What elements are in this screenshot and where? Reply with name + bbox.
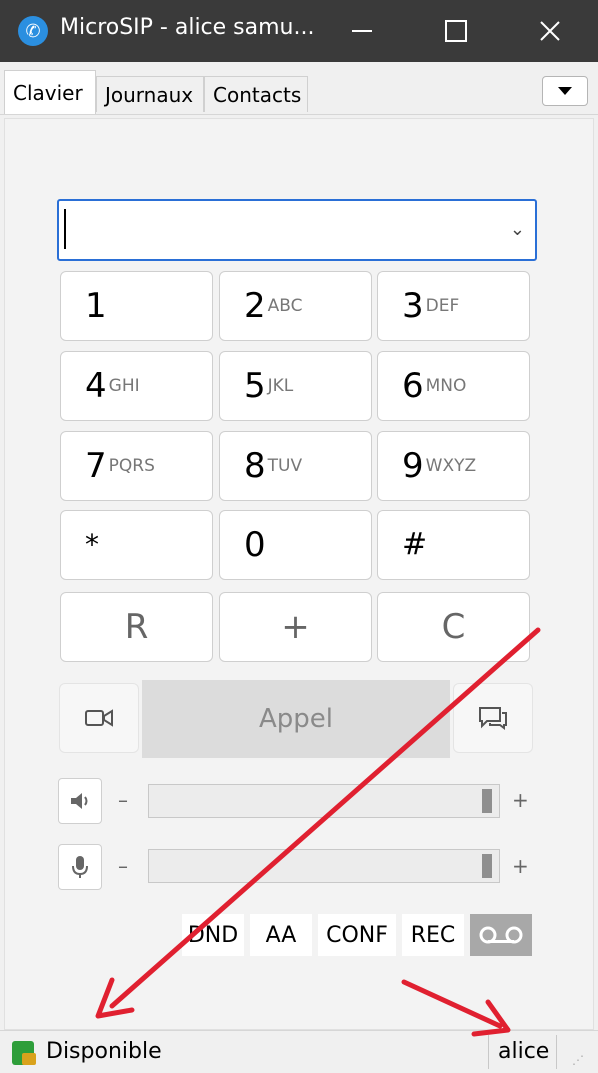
key-hash[interactable]: #: [377, 510, 530, 580]
key-7[interactable]: 7 PQRS: [60, 431, 213, 501]
call-button[interactable]: Appel: [142, 680, 450, 758]
key-2[interactable]: 2 ABC: [219, 271, 372, 341]
maximize-icon: [445, 20, 467, 42]
key-digit: 8: [244, 446, 266, 486]
voicemail-icon: [479, 926, 523, 944]
speaker-mute-button[interactable]: [58, 778, 102, 824]
tab-journaux[interactable]: Journaux: [96, 76, 204, 112]
rec-toggle[interactable]: REC: [402, 914, 464, 956]
key-1[interactable]: 1: [60, 271, 213, 341]
key-5[interactable]: 5 JKL: [219, 351, 372, 421]
key-digit: 9: [402, 446, 424, 486]
key-digit: 0: [244, 525, 266, 565]
key-letters: MNO: [425, 376, 467, 396]
key-digit: 4: [85, 366, 107, 406]
key-digit: 6: [402, 366, 424, 406]
key-6[interactable]: 6 MNO: [377, 351, 530, 421]
clear-button[interactable]: C: [377, 592, 530, 662]
tab-contacts[interactable]: Contacts: [204, 76, 308, 112]
mic-volume-plus: +: [512, 854, 529, 878]
menu-button[interactable]: [542, 76, 588, 106]
slider-thumb[interactable]: [482, 789, 492, 813]
dial-number-input[interactable]: ⌄: [57, 199, 537, 261]
key-letters: TUV: [267, 456, 303, 476]
key-letters: ABC: [267, 296, 303, 316]
minimize-button[interactable]: [316, 0, 408, 62]
plus-label: +: [281, 607, 310, 647]
clear-label: C: [441, 607, 466, 647]
speaker-volume-minus: –: [118, 788, 128, 812]
text-caret: [64, 209, 66, 249]
resize-grip-icon[interactable]: ⋰: [572, 1053, 584, 1067]
tab-clavier[interactable]: Clavier: [4, 70, 96, 114]
chevron-down-icon[interactable]: ⌄: [510, 219, 525, 240]
lock-icon: [22, 1053, 36, 1065]
key-star[interactable]: *: [60, 510, 213, 580]
key-0[interactable]: 0: [219, 510, 372, 580]
mic-mute-button[interactable]: [58, 844, 102, 890]
key-8[interactable]: 8 TUV: [219, 431, 372, 501]
voicemail-button[interactable]: [470, 914, 532, 956]
title-bar: ✆ MicroSIP - alice samu...: [0, 0, 598, 62]
key-digit: *: [85, 528, 99, 561]
window-title: MicroSIP - alice samu...: [60, 15, 315, 40]
close-icon: [540, 21, 560, 41]
video-call-button[interactable]: [59, 683, 139, 753]
key-digit: #: [402, 527, 428, 562]
key-letters: GHI: [108, 376, 140, 396]
redial-button[interactable]: R: [60, 592, 213, 662]
conf-toggle[interactable]: CONF: [318, 914, 396, 956]
minimize-icon: [352, 30, 372, 32]
status-divider: [488, 1035, 489, 1069]
key-letters: PQRS: [108, 456, 155, 476]
mic-volume-minus: –: [118, 854, 128, 878]
status-divider: [556, 1035, 557, 1069]
mic-volume-slider[interactable]: [148, 849, 500, 883]
close-button[interactable]: [504, 0, 596, 62]
account-name[interactable]: alice: [498, 1039, 549, 1064]
key-digit: 3: [402, 286, 424, 326]
key-3[interactable]: 3 DEF: [377, 271, 530, 341]
key-digit: 1: [85, 286, 107, 326]
key-digit: 2: [244, 286, 266, 326]
key-digit: 5: [244, 366, 266, 406]
chat-bubble-icon: [479, 707, 507, 730]
speaker-volume-plus: +: [512, 788, 529, 812]
key-digit: 7: [85, 446, 107, 486]
microphone-icon: [72, 856, 88, 878]
speaker-volume-slider[interactable]: [148, 784, 500, 818]
tab-bar: Clavier Journaux Contacts: [0, 62, 598, 115]
phone-icon: ✆: [18, 16, 48, 46]
key-letters: DEF: [425, 296, 460, 316]
plus-button[interactable]: +: [219, 592, 372, 662]
status-bar: Disponible alice ⋰: [0, 1030, 598, 1073]
key-letters: WXYZ: [425, 456, 477, 476]
aa-toggle[interactable]: AA: [250, 914, 312, 956]
speaker-icon: [71, 793, 88, 809]
maximize-button[interactable]: [410, 0, 502, 62]
key-letters: JKL: [267, 376, 294, 396]
redial-label: R: [124, 607, 149, 647]
key-9[interactable]: 9 WXYZ: [377, 431, 530, 501]
message-button[interactable]: [453, 683, 533, 753]
caret-down-icon: [558, 87, 572, 95]
dnd-toggle[interactable]: DND: [182, 914, 244, 956]
video-camera-icon: [85, 709, 113, 727]
key-4[interactable]: 4 GHI: [60, 351, 213, 421]
slider-thumb[interactable]: [482, 854, 492, 878]
presence-status[interactable]: Disponible: [46, 1039, 162, 1064]
